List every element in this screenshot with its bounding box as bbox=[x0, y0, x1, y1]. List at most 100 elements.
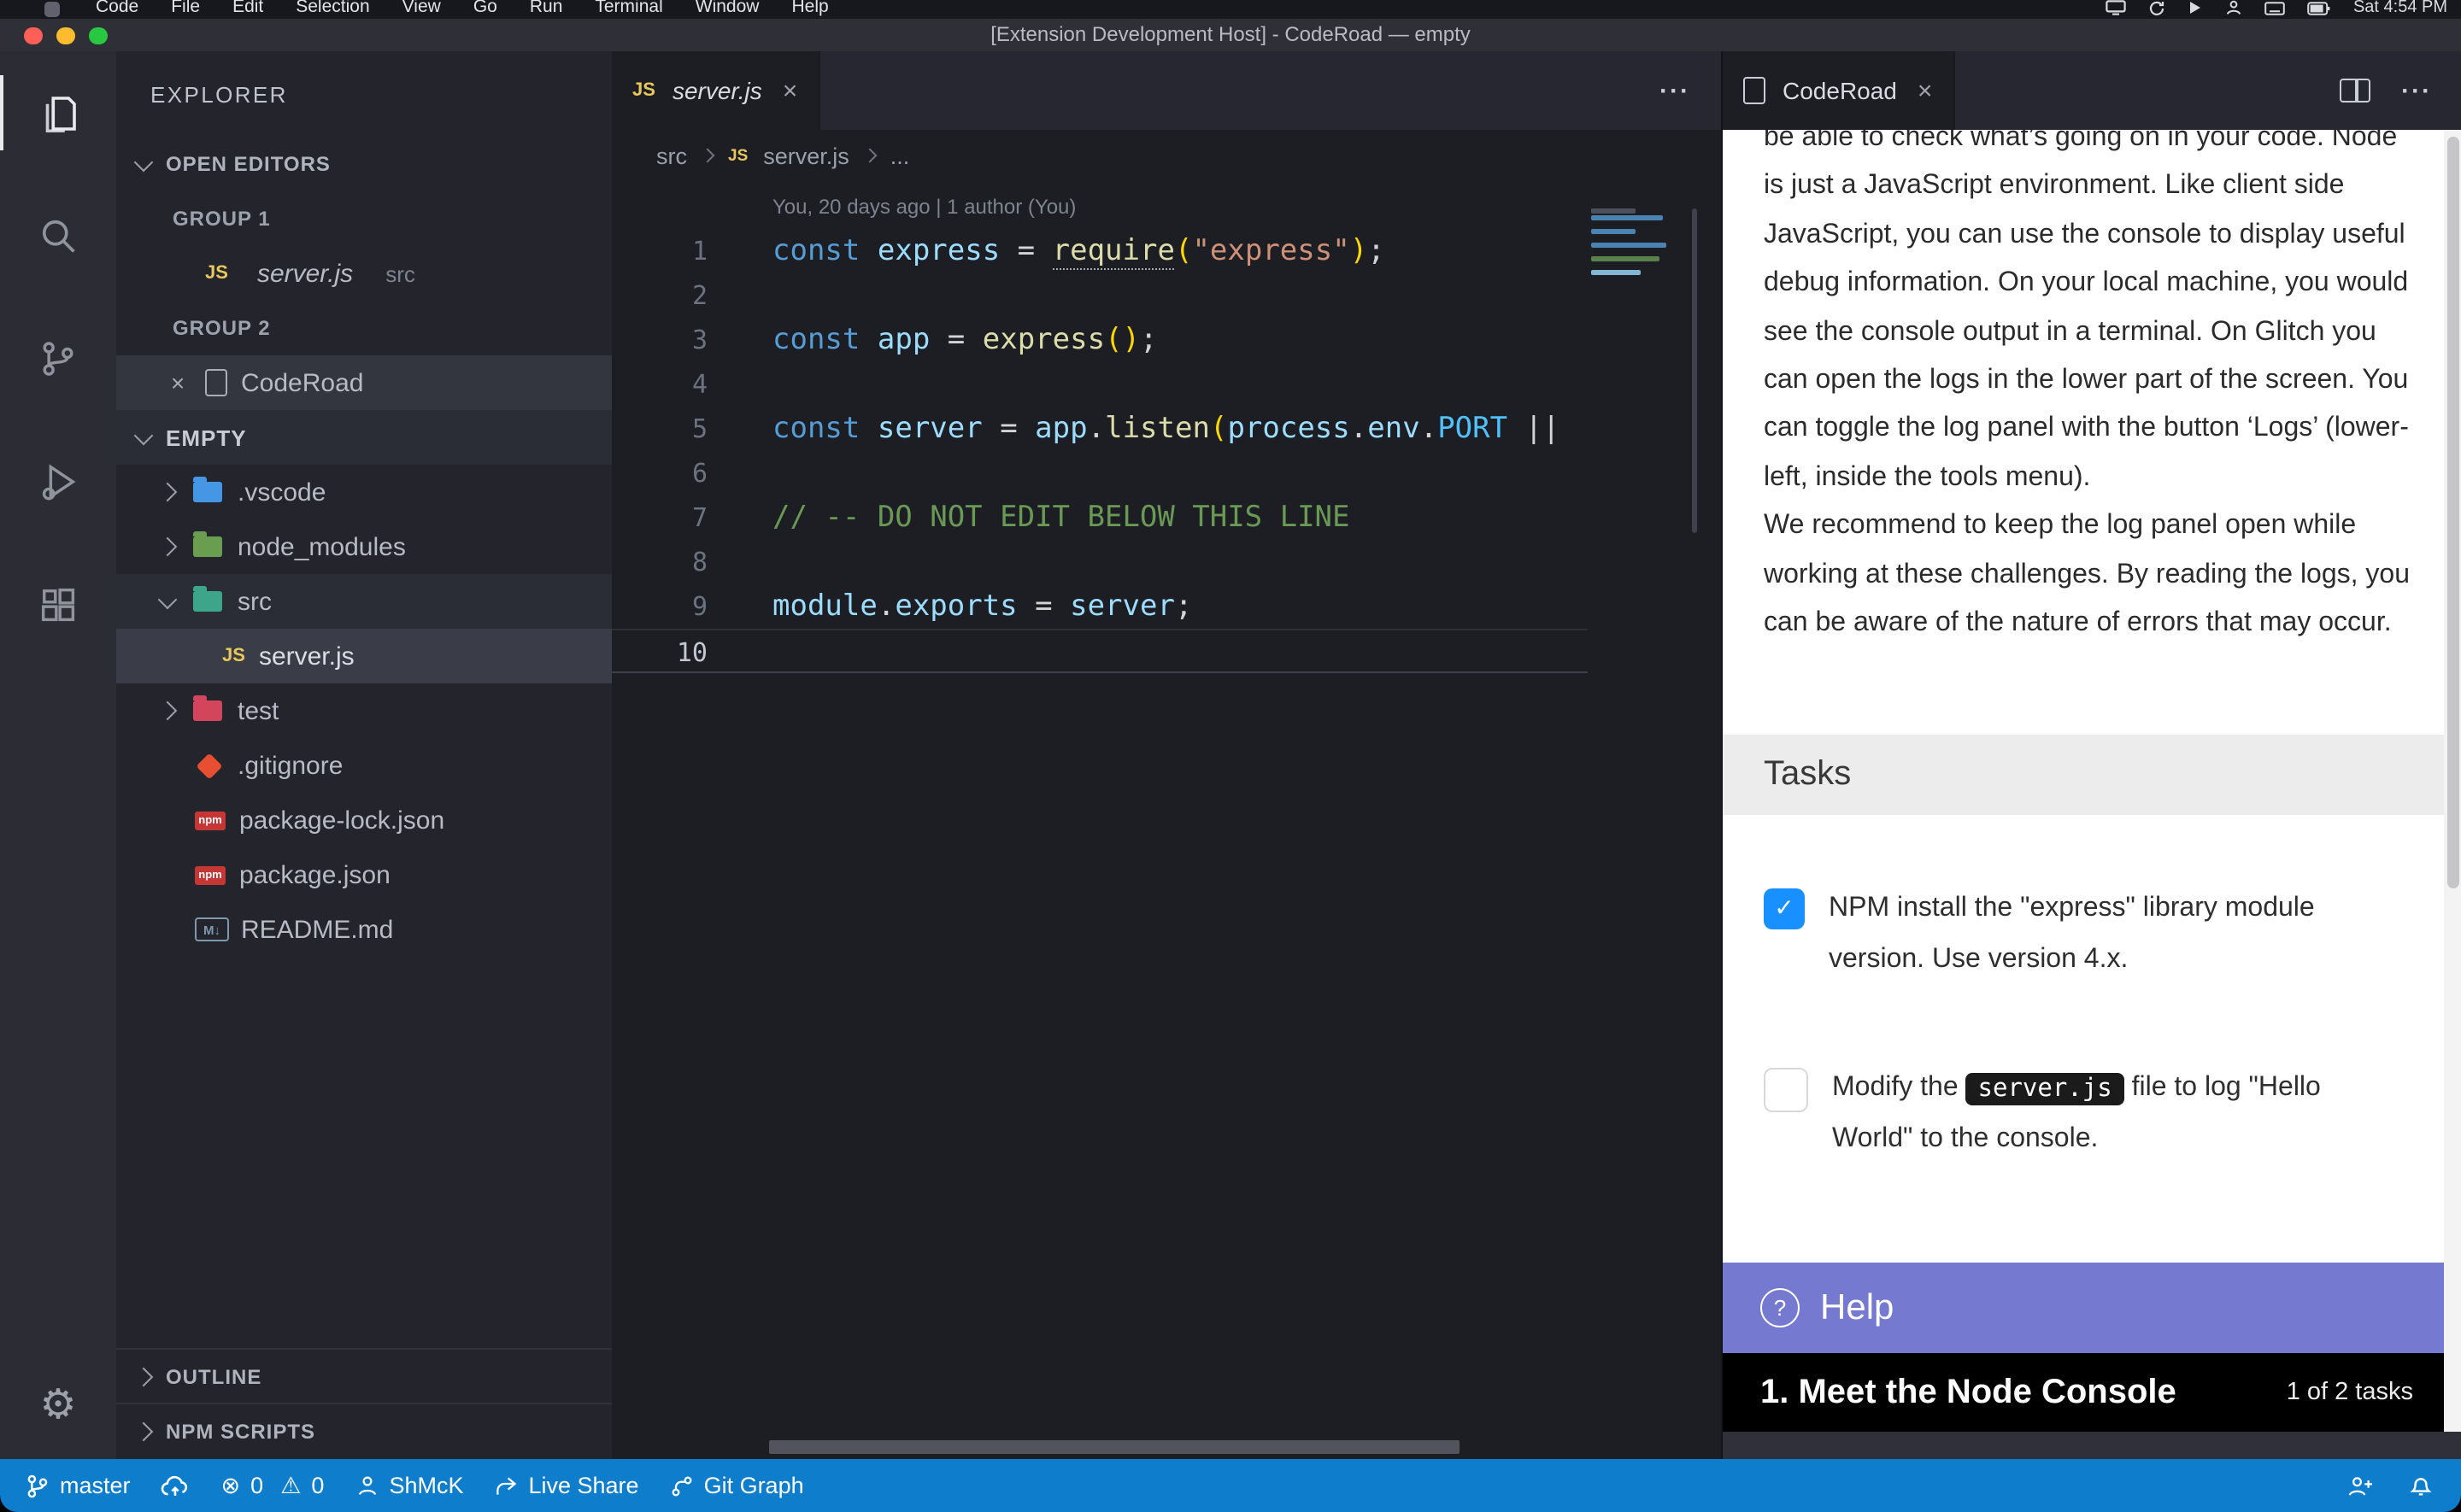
editor-more-actions-icon[interactable]: ··· bbox=[1659, 76, 1690, 105]
help-icon: ? bbox=[1760, 1288, 1800, 1327]
split-editor-icon[interactable] bbox=[2340, 79, 2370, 103]
markdown-file-icon: M↓ bbox=[195, 917, 229, 941]
menu-item[interactable]: View bbox=[402, 0, 441, 17]
code-line[interactable]: 5const server = app.listen(process.env.P… bbox=[612, 407, 1721, 451]
account-status[interactable]: ShMcK bbox=[355, 1473, 463, 1498]
code-line[interactable]: 6 bbox=[612, 451, 1721, 495]
sync-status[interactable] bbox=[162, 1474, 191, 1497]
code-line[interactable]: 7// -- DO NOT EDIT BELOW THIS LINE bbox=[612, 495, 1721, 540]
menu-item[interactable]: Go bbox=[473, 0, 497, 17]
menubar-clock[interactable]: Sat 4:54 PM bbox=[2353, 0, 2447, 17]
tree-item-vscode[interactable]: .vscode bbox=[116, 465, 612, 519]
code-line[interactable]: 2 bbox=[612, 273, 1721, 318]
minimap[interactable] bbox=[1591, 208, 1670, 284]
vertical-scrollbar[interactable] bbox=[1692, 208, 1697, 533]
menu-item[interactable]: Run bbox=[530, 0, 563, 17]
settings-gear-icon[interactable]: ⚙ bbox=[0, 1370, 116, 1439]
tree-item-test[interactable]: test bbox=[116, 683, 612, 738]
problems-status[interactable]: ⊗ 0 ⚠ 0 bbox=[221, 1472, 325, 1499]
open-editor-coderoad[interactable]: × CodeRoad bbox=[116, 355, 612, 410]
outline-section-header[interactable]: OUTLINE bbox=[116, 1348, 612, 1404]
menu-item[interactable]: Code bbox=[96, 0, 138, 17]
apple-menu-icon[interactable] bbox=[44, 2, 60, 17]
open-editors-header[interactable]: OPEN EDITORS bbox=[116, 137, 612, 191]
tree-item-node-modules[interactable]: node_modules bbox=[116, 519, 612, 574]
tree-item-readme[interactable]: M↓ README.md bbox=[116, 902, 612, 957]
notifications-bell-icon[interactable] bbox=[2408, 1473, 2434, 1498]
activitybar-run-debug[interactable] bbox=[0, 420, 116, 543]
git-branch-status[interactable]: master bbox=[24, 1472, 131, 1499]
breadcrumb-folder[interactable]: src bbox=[656, 143, 687, 168]
tree-item-src[interactable]: src bbox=[116, 574, 612, 629]
titlebar: [Extension Development Host] - CodeRoad … bbox=[0, 19, 2461, 51]
open-editors-group-2: GROUP 2 bbox=[116, 301, 612, 355]
git-graph-status[interactable]: Git Graph bbox=[670, 1473, 804, 1498]
tree-item-package-json[interactable]: npm package.json bbox=[116, 847, 612, 902]
lesson-footer[interactable]: 1. Meet the Node Console 1 of 2 tasks bbox=[1723, 1353, 2444, 1432]
code-line[interactable]: 1const express = require("express"); bbox=[612, 229, 1721, 273]
keyboard-icon[interactable] bbox=[2264, 1, 2285, 15]
js-file-icon: JS bbox=[728, 146, 748, 165]
code-line[interactable]: 8 bbox=[612, 540, 1721, 584]
tasks-header: Tasks bbox=[1764, 755, 1851, 794]
codelens-annotation[interactable]: You, 20 days ago | 1 author (You) bbox=[612, 181, 1721, 229]
code-line[interactable]: 9module.exports = server; bbox=[612, 584, 1721, 629]
tree-item-gitignore[interactable]: .gitignore bbox=[116, 738, 612, 793]
code-line[interactable]: 10 bbox=[612, 629, 1721, 673]
task-checkbox-unchecked[interactable] bbox=[1764, 1068, 1808, 1112]
close-tab-icon[interactable]: × bbox=[1918, 76, 1933, 105]
tree-item-package-lock[interactable]: npm package-lock.json bbox=[116, 793, 612, 847]
chevron-right-icon bbox=[862, 149, 877, 163]
npm-file-icon: npm bbox=[195, 811, 226, 829]
tree-item-server-js[interactable]: JS server.js bbox=[116, 629, 612, 683]
tab-server-js[interactable]: JS server.js × bbox=[612, 51, 819, 130]
task-checkbox-checked[interactable]: ✓ bbox=[1764, 888, 1805, 929]
menu-item[interactable]: Window bbox=[696, 0, 760, 17]
tasks-band: Tasks bbox=[1723, 735, 2444, 815]
open-editors-group-1: GROUP 1 bbox=[116, 191, 612, 246]
tab-coderoad[interactable]: CodeRoad × bbox=[1723, 51, 1954, 130]
user-icon[interactable] bbox=[2225, 0, 2242, 15]
add-contact-icon[interactable] bbox=[2346, 1474, 2374, 1497]
activitybar-search[interactable] bbox=[0, 174, 116, 297]
activitybar-explorer[interactable] bbox=[0, 51, 116, 174]
chevron-right-icon bbox=[701, 149, 715, 163]
git-graph-icon bbox=[670, 1474, 694, 1497]
webview-scrollbar-thumb[interactable] bbox=[2447, 137, 2459, 888]
menu-item[interactable]: File bbox=[171, 0, 200, 17]
activitybar-source-control[interactable] bbox=[0, 297, 116, 420]
help-bar[interactable]: ? Help bbox=[1723, 1263, 2444, 1353]
npm-scripts-section-header[interactable]: NPM SCRIPTS bbox=[116, 1403, 612, 1459]
code-line[interactable]: 3const app = express(); bbox=[612, 318, 1721, 362]
file-icon bbox=[1743, 77, 1765, 104]
horizontal-scrollbar[interactable] bbox=[769, 1440, 1460, 1454]
activitybar-extensions[interactable] bbox=[0, 543, 116, 666]
vscode-window: Code File Edit Selection View Go Run Terminal Wi… bbox=[0, 0, 2461, 1512]
close-editor-icon[interactable]: × bbox=[167, 371, 188, 395]
open-editor-server-js[interactable]: JS server.js src bbox=[116, 246, 612, 301]
battery-icon[interactable] bbox=[2307, 1, 2331, 15]
activity-bar: ⚙ bbox=[0, 51, 116, 1459]
play-icon[interactable] bbox=[2188, 0, 2203, 15]
close-tab-icon[interactable]: × bbox=[783, 76, 798, 105]
display-icon[interactable] bbox=[2106, 0, 2126, 15]
menu-item[interactable]: Selection bbox=[296, 0, 369, 17]
code-line[interactable]: 4 bbox=[612, 362, 1721, 407]
breadcrumb-symbol[interactable]: ... bbox=[890, 143, 910, 168]
js-file-icon: JS bbox=[205, 263, 228, 284]
menu-item[interactable]: Help bbox=[791, 0, 828, 17]
workspace-header-empty[interactable]: EMPTY bbox=[116, 410, 612, 465]
menu-item[interactable]: Edit bbox=[232, 0, 263, 17]
webview-scrollbar[interactable] bbox=[2444, 130, 2461, 1432]
live-share-status[interactable]: Live Share bbox=[494, 1473, 638, 1498]
person-icon bbox=[355, 1474, 379, 1497]
breadcrumb-file[interactable]: server.js bbox=[763, 143, 849, 168]
panel-more-actions-icon[interactable]: ··· bbox=[2401, 76, 2432, 105]
chevron-right-icon bbox=[134, 1422, 154, 1442]
sync-icon[interactable] bbox=[2148, 0, 2165, 16]
git-file-icon bbox=[196, 752, 222, 778]
check-icon: ✓ bbox=[1774, 895, 1794, 923]
menu-item[interactable]: Terminal bbox=[595, 0, 662, 17]
code-editor[interactable]: You, 20 days ago | 1 author (You) 1const… bbox=[612, 181, 1721, 1459]
editor-tab-bar: JS server.js × ··· bbox=[612, 51, 1721, 130]
